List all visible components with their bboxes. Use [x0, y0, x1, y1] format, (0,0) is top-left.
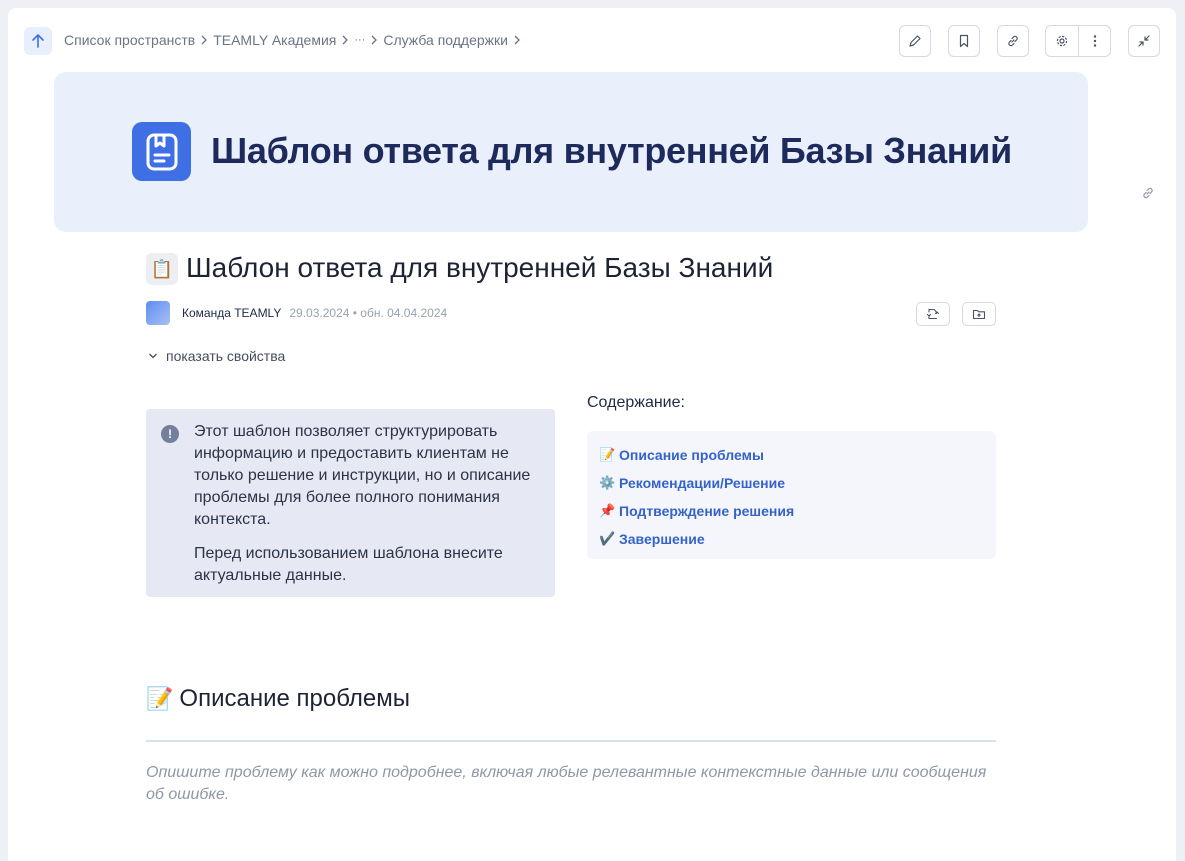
- memo-icon: 📝: [146, 686, 174, 711]
- memo-icon: 📝: [599, 447, 616, 462]
- pencil-icon: [909, 35, 921, 47]
- copy-link-button[interactable]: [997, 25, 1029, 57]
- more-button[interactable]: [1078, 26, 1110, 56]
- toc-item-label: Рекомендации/Решение: [619, 475, 786, 491]
- toc-item-label: Описание проблемы: [619, 447, 764, 463]
- toc-item-confirmation[interactable]: 📌 Подтверждение решения: [599, 497, 984, 525]
- avatar[interactable]: [146, 301, 170, 325]
- arrow-up-icon: [32, 34, 44, 48]
- page-emoji-icon[interactable]: 📋: [146, 253, 178, 285]
- meta-actions: [916, 302, 996, 326]
- bookmark-button[interactable]: [948, 25, 980, 57]
- gear-icon: [1056, 35, 1068, 47]
- info-exclamation-icon: !: [161, 425, 179, 443]
- history-button[interactable]: [916, 302, 950, 326]
- toc-item-solution[interactable]: ⚙️ Рекомендации/Решение: [599, 469, 984, 497]
- chevron-right-icon: [514, 35, 520, 45]
- folder-icon: [972, 309, 986, 320]
- cover-banner: Шаблон ответа для внутренней Базы Знаний: [54, 72, 1088, 232]
- gear-icon: ⚙️: [599, 475, 616, 490]
- settings-button[interactable]: [1046, 26, 1078, 56]
- info-callout: ! Этот шаблон позволяет структурировать …: [146, 409, 555, 597]
- link-icon: [1008, 35, 1018, 47]
- section-divider: [146, 740, 996, 742]
- contents-heading: Содержание:: [587, 394, 685, 411]
- more-vertical-icon: [1093, 35, 1096, 47]
- chevron-right-icon: [342, 35, 349, 45]
- toc-item-completion[interactable]: ✔️ Завершение: [599, 525, 984, 553]
- collapse-button[interactable]: [1128, 25, 1160, 57]
- move-button[interactable]: [962, 302, 996, 326]
- knowledge-base-logo-icon: [132, 122, 191, 181]
- toc-item-problem[interactable]: 📝 Описание проблемы: [599, 441, 984, 469]
- section-title: Описание проблемы: [179, 685, 410, 712]
- show-properties-toggle[interactable]: показать свойства: [148, 348, 285, 364]
- breadcrumb-ellipsis[interactable]: ···: [354, 34, 365, 46]
- banner-title: Шаблон ответа для внутренней Базы Знаний: [211, 130, 1012, 171]
- anchor-link-button[interactable]: [1141, 186, 1155, 205]
- chevron-down-icon: [149, 353, 157, 359]
- edit-button[interactable]: [899, 25, 931, 57]
- author-name[interactable]: Команда TEAMLY: [182, 306, 281, 320]
- chevron-right-icon: [201, 35, 208, 45]
- breadcrumb-item-spaces[interactable]: Список пространств: [64, 32, 195, 48]
- document-sync-icon: [926, 308, 940, 320]
- toc-item-label: Подтверждение решения: [619, 503, 795, 519]
- page-toolbar: [882, 25, 1160, 57]
- info-text: Этот шаблон позволяет структурировать ин…: [194, 421, 544, 587]
- pushpin-icon: 📌: [599, 503, 616, 518]
- chevron-right-icon: [371, 35, 378, 45]
- section-placeholder-text[interactable]: Опишите проблему как можно подробнее, вк…: [146, 762, 996, 806]
- show-properties-label: показать свойства: [166, 348, 286, 364]
- toc-item-label: Завершение: [619, 531, 705, 547]
- page-title: Шаблон ответа для внутренней Базы Знаний: [186, 252, 774, 283]
- check-mark-icon: ✔️: [599, 531, 616, 546]
- breadcrumb-item-support[interactable]: Служба поддержки: [383, 32, 508, 48]
- info-paragraph: Перед использованием шаблона внесите акт…: [194, 545, 503, 584]
- link-icon: [1143, 187, 1153, 199]
- collapse-icon: [1138, 35, 1150, 47]
- author-row: Команда TEAMLY 29.03.2024 • обн. 04.04.2…: [146, 301, 447, 325]
- go-up-button[interactable]: [24, 27, 52, 55]
- page-dates: 29.03.2024 • обн. 04.04.2024: [289, 306, 448, 320]
- bookmark-icon: [959, 34, 969, 48]
- table-of-contents: 📝 Описание проблемы ⚙️ Рекомендации/Реше…: [587, 431, 996, 559]
- breadcrumb-item-academy[interactable]: TEAMLY Академия: [213, 32, 336, 48]
- section-heading: 📝 Описание проблемы: [146, 685, 410, 713]
- settings-group: [1045, 25, 1111, 57]
- info-paragraph: Этот шаблон позволяет структурировать ин…: [194, 423, 531, 528]
- page: Список пространств TEAMLY Академия ··· С…: [8, 8, 1176, 861]
- breadcrumb: Список пространств TEAMLY Академия ··· С…: [64, 32, 526, 48]
